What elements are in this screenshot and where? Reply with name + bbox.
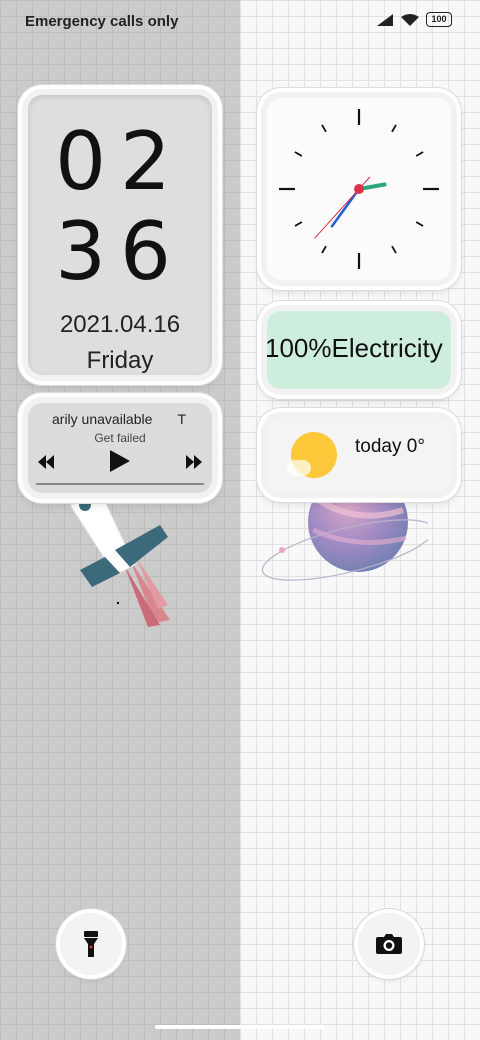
clock-minute-hand (330, 187, 361, 228)
clock-minute: 36 (55, 205, 185, 298)
song-extra: T (177, 411, 186, 427)
music-progress-bar[interactable] (36, 483, 204, 485)
wifi-icon (401, 13, 419, 26)
clock-hour: 02 (55, 115, 185, 208)
clock-center (354, 184, 364, 194)
weather-widget[interactable]: today 0° (261, 412, 457, 498)
clock-tick (415, 221, 424, 227)
rocket-illustration (69, 495, 170, 627)
clock-tick (415, 151, 424, 157)
play-icon[interactable] (110, 450, 130, 472)
camera-icon (376, 934, 402, 954)
analog-clock-widget[interactable] (261, 92, 457, 286)
cloud-icon (287, 460, 311, 476)
signal-icon (377, 13, 393, 26)
music-status: Get failed (94, 431, 146, 445)
previous-icon[interactable] (38, 455, 54, 469)
clock-face (279, 109, 439, 269)
camera-button[interactable] (358, 913, 420, 975)
home-indicator[interactable] (155, 1025, 325, 1029)
clock-tick (321, 245, 327, 254)
time-widget[interactable]: 02 36 2021.04.16 Friday (22, 89, 218, 381)
clock-tick (294, 151, 303, 157)
music-widget[interactable]: arily unavailable T Get failed (22, 397, 218, 499)
weekday-text: Friday (86, 347, 154, 374)
battery-icon: 100 (426, 12, 452, 27)
clock-tick (391, 245, 397, 254)
date-text: 2021.04.16 (59, 311, 181, 338)
clock-tick (294, 221, 303, 227)
next-icon[interactable] (186, 455, 202, 469)
carrier-status: Emergency calls only (25, 13, 179, 30)
flashlight-icon (84, 931, 98, 957)
battery-widget[interactable]: 100%Electricity (261, 305, 457, 395)
battery-text: 100%Electricity (267, 333, 443, 363)
flashlight-button[interactable] (60, 913, 122, 975)
song-title: arily unavailable (52, 411, 153, 427)
status-icons: 100 (376, 12, 452, 27)
weather-text: today 0° (355, 436, 425, 457)
clock-tick (321, 124, 327, 133)
clock-tick (391, 124, 397, 133)
